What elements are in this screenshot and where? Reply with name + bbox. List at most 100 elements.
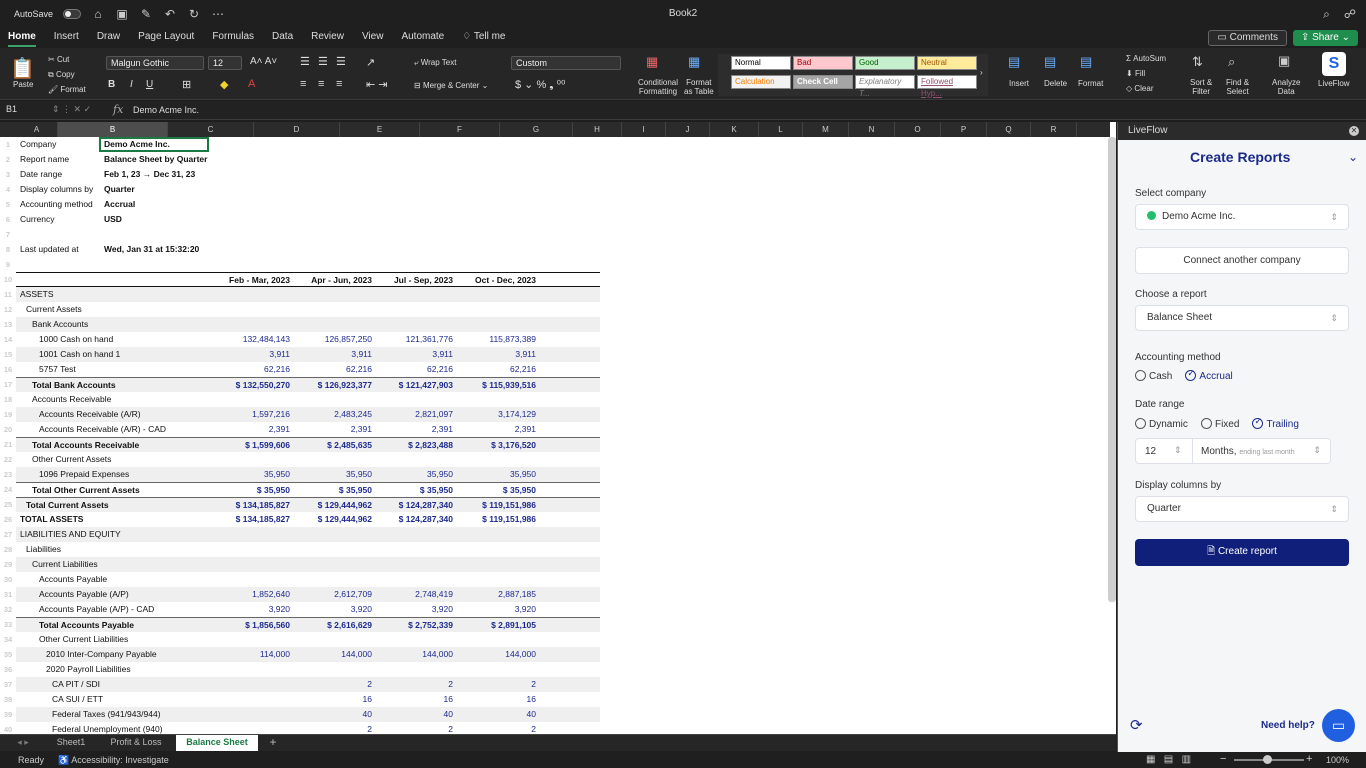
tab-page-layout[interactable]: Page Layout	[138, 28, 194, 48]
italic-button[interactable]: I	[130, 79, 133, 90]
sheet-tab-profit-loss[interactable]: Profit & Loss	[100, 735, 172, 751]
row-header[interactable]: 38	[0, 692, 16, 707]
worksheet-grid[interactable]: ABCDEFGHIJKLMNOPQR 1 2 3 4 5 6 7 8 9 10 11 12 13 14 15…	[0, 122, 1116, 734]
cell[interactable]: 3,174,129	[498, 407, 536, 422]
cell[interactable]: Display columns by	[20, 182, 93, 197]
zoom-slider-thumb[interactable]	[1263, 755, 1272, 764]
collapse-chevron-icon[interactable]: ⌄	[1348, 150, 1358, 164]
column-header-a[interactable]: A	[16, 122, 58, 137]
insert-cells-icon[interactable]: ▤	[1008, 54, 1020, 70]
format-button[interactable]: Format	[1078, 79, 1103, 88]
cell[interactable]: Liabilities	[26, 542, 61, 557]
row-header[interactable]: 5	[0, 197, 16, 212]
orientation-icon[interactable]: ↗	[366, 56, 375, 69]
cell[interactable]: 35,950	[427, 467, 453, 482]
trailing-count-input[interactable]: 12	[1145, 446, 1156, 457]
paste-button[interactable]: Paste	[13, 80, 33, 89]
cell[interactable]: 144,000	[422, 647, 453, 662]
column-header-q[interactable]: Q	[987, 122, 1031, 137]
row-header[interactable]: 20	[0, 422, 16, 437]
cell[interactable]: Oct - Dec, 2023	[475, 273, 536, 288]
align-center-icon[interactable]: ≡	[318, 78, 324, 90]
autosum-button[interactable]: Σ AutoSum	[1126, 54, 1166, 63]
column-header-o[interactable]: O	[895, 122, 941, 137]
cell[interactable]: $ 1,856,560	[245, 618, 290, 633]
connect-company-button[interactable]: Connect another company	[1135, 247, 1349, 274]
need-help-link[interactable]: Need help?	[1261, 720, 1315, 731]
cell[interactable]: 3,911	[351, 347, 372, 362]
delete-button[interactable]: Delete	[1044, 79, 1067, 88]
font-name-select[interactable]: Malgun Gothic	[106, 56, 204, 70]
cell[interactable]: CA SUI / ETT	[52, 692, 103, 707]
trailing-count-stepper-icon[interactable]: ⇕	[1174, 445, 1182, 456]
cell[interactable]: 114,000	[260, 647, 290, 662]
cell[interactable]: 3,920	[515, 602, 536, 617]
cell[interactable]: 2	[531, 722, 536, 734]
cell[interactable]: 2020 Payroll Liabilities	[46, 662, 131, 677]
cell[interactable]: Currency	[20, 212, 54, 227]
cell[interactable]: Jul - Sep, 2023	[394, 273, 453, 288]
style-calculation[interactable]: Calculation	[731, 75, 791, 89]
conditional-formatting-button[interactable]: Conditional Formatting	[638, 78, 678, 96]
cell[interactable]: Total Bank Accounts	[32, 378, 116, 393]
cell[interactable]: Federal Taxes (941/943/944)	[52, 707, 161, 722]
liveflow-ribbon-button[interactable]: LiveFlow	[1318, 79, 1350, 88]
cell[interactable]: $ 124,287,340	[399, 512, 453, 527]
cell[interactable]: 1001 Cash on hand 1	[39, 347, 120, 362]
font-size-select[interactable]: 12	[208, 56, 242, 70]
style-followed-hyperlink[interactable]: Followed Hyp...	[917, 75, 977, 98]
row-header[interactable]: 27	[0, 527, 16, 542]
cell[interactable]: Federal Unemployment (940)	[52, 722, 163, 734]
cell[interactable]: $ 2,485,635	[327, 438, 372, 453]
clear-button[interactable]: ◇ Clear	[1126, 84, 1154, 93]
format-as-table-button[interactable]: Format as Table	[684, 78, 714, 96]
conditional-formatting-icon[interactable]: ▦	[646, 54, 658, 70]
column-header-g[interactable]: G	[500, 122, 573, 137]
redo-icon[interactable]: ↻	[187, 7, 201, 21]
cell[interactable]: 2,612,709	[334, 587, 372, 602]
radio-accrual[interactable]: Accrual	[1185, 368, 1242, 382]
cell[interactable]: Last updated at	[20, 242, 79, 257]
sheet-tab-sheet1[interactable]: Sheet1	[46, 735, 96, 751]
cell[interactable]: Current Liabilities	[32, 557, 98, 572]
share-button[interactable]: ⇪ Share ⌄	[1292, 30, 1358, 46]
column-header-r[interactable]: R	[1031, 122, 1077, 137]
cell[interactable]: 121,361,776	[406, 332, 453, 347]
cell[interactable]: 144,000	[505, 647, 536, 662]
cell[interactable]: $ 2,891,105	[491, 618, 536, 633]
cell[interactable]: $ 132,550,270	[236, 378, 290, 393]
radio-fixed[interactable]: Fixed	[1200, 418, 1249, 430]
row-header[interactable]: 17	[0, 377, 16, 392]
cell[interactable]: Feb - Mar, 2023	[229, 273, 290, 288]
liveflow-logo-icon[interactable]: S	[1322, 52, 1346, 76]
delete-cells-icon[interactable]: ▤	[1044, 54, 1056, 70]
cut-button[interactable]: ✂ Cut	[48, 55, 69, 64]
row-header[interactable]: 14	[0, 332, 16, 347]
row-header[interactable]: 3	[0, 167, 16, 182]
close-pane-icon[interactable]: ✕	[1349, 126, 1359, 136]
style-check-cell[interactable]: Check Cell	[793, 75, 853, 89]
number-format-select[interactable]: Custom	[511, 56, 621, 70]
cell[interactable]: TOTAL ASSETS	[20, 512, 83, 527]
tab-formulas[interactable]: Formulas	[212, 28, 254, 48]
row-header[interactable]: 33	[0, 617, 16, 632]
column-header-n[interactable]: N	[849, 122, 895, 137]
accessibility-status[interactable]: ♿ Accessibility: Investigate	[58, 755, 169, 766]
cell[interactable]: 3,920	[351, 602, 372, 617]
cell[interactable]: Total Other Current Assets	[32, 483, 140, 498]
column-header-e[interactable]: E	[340, 122, 420, 137]
cell[interactable]: 40	[363, 707, 372, 722]
column-header-f[interactable]: F	[420, 122, 500, 137]
cell[interactable]: 40	[444, 707, 453, 722]
column-header-b[interactable]: B	[58, 122, 168, 137]
row-header[interactable]: 1	[0, 137, 16, 152]
cell[interactable]: Date range	[20, 167, 62, 182]
tab-data[interactable]: Data	[272, 28, 293, 48]
cell[interactable]: 35,950	[264, 467, 290, 482]
format-as-table-icon[interactable]: ▦	[688, 54, 700, 70]
cell[interactable]: 35,950	[510, 467, 536, 482]
cell[interactable]: $ 1,599,606	[245, 438, 290, 453]
paste-icon[interactable]: 📋	[10, 56, 35, 81]
cell[interactable]: 16	[363, 692, 372, 707]
sheet-tab-balance-sheet[interactable]: Balance Sheet	[176, 735, 258, 751]
